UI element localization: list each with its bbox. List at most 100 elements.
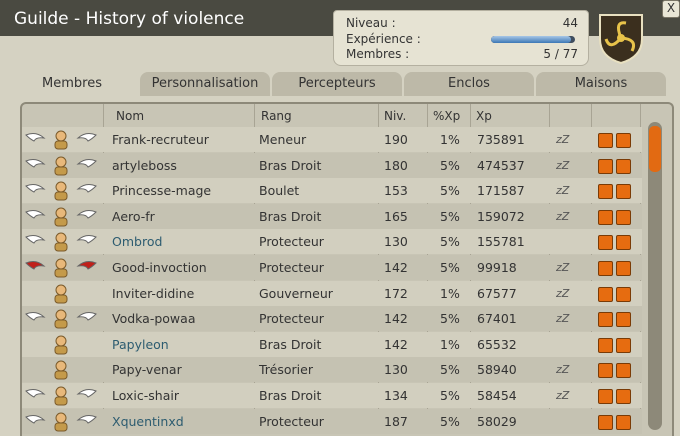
kick-button[interactable] [616, 158, 631, 174]
table-row[interactable]: Papyleon Bras Droit 142 1% 65532 [22, 331, 642, 357]
member-xp: 735891 [477, 132, 525, 147]
close-button[interactable]: X [662, 0, 680, 18]
tab-enclos[interactable]: Enclos [404, 72, 534, 96]
member-xp-percent: 5% [440, 208, 460, 224]
kick-button[interactable] [616, 312, 631, 328]
members-value: 5 / 77 [543, 47, 578, 61]
tab-maisons[interactable]: Maisons [536, 72, 666, 96]
member-name[interactable]: Papy-venar [112, 357, 182, 382]
table-row[interactable]: Frank-recruteur Meneur 190 1% 735891 zZ [22, 127, 642, 152]
member-xp-percent: 1% [440, 132, 460, 147]
kick-button[interactable] [616, 133, 631, 148]
member-name[interactable]: Good-invoction [112, 255, 207, 280]
options-button[interactable] [598, 389, 613, 404]
member-name[interactable]: Inviter-didine [112, 281, 194, 306]
member-xp-percent: 5% [440, 260, 460, 275]
table-row[interactable]: Aero-fr Bras Droit 165 5% 159072 zZ [22, 203, 642, 229]
kick-button[interactable] [616, 286, 631, 302]
table-row[interactable]: Vodka-powaa Protecteur 142 5% 67401 zZ [22, 306, 642, 332]
level-value: 44 [562, 16, 578, 30]
options-button[interactable] [598, 363, 613, 379]
options-button[interactable] [598, 158, 613, 174]
kick-button[interactable] [616, 389, 631, 404]
col-xp[interactable]: Xp [476, 106, 492, 126]
member-name[interactable]: Princesse-mage [112, 178, 211, 203]
options-button[interactable] [598, 337, 613, 353]
kick-button[interactable] [616, 414, 631, 430]
table-row[interactable]: Good-invoction Protecteur 142 5% 99918 zZ [22, 255, 642, 280]
avatar-icon [25, 181, 97, 201]
kick-button[interactable] [616, 363, 631, 379]
member-xp: 58454 [477, 388, 517, 403]
member-level: 165 [384, 208, 408, 224]
kick-button[interactable] [616, 209, 631, 225]
member-xp: 58029 [477, 413, 517, 429]
member-name[interactable]: artyleboss [112, 153, 177, 178]
member-xp: 155781 [477, 234, 525, 250]
options-button[interactable] [598, 414, 613, 430]
table-row[interactable]: Loxic-shair Bras Droit 134 5% 58454 zZ [22, 383, 642, 408]
sleep-icon: zZ [556, 133, 570, 146]
avatar-icon [25, 386, 97, 406]
avatar-icon [25, 258, 97, 278]
avatar-icon [25, 156, 97, 176]
options-button[interactable] [598, 261, 613, 276]
tab-membres[interactable]: Membres [6, 72, 138, 96]
kick-button[interactable] [616, 235, 631, 251]
col-rang[interactable]: Rang [261, 106, 292, 126]
member-rank: Bras Droit [259, 157, 322, 173]
member-name[interactable]: Loxic-shair [112, 383, 179, 408]
tab-bar: Membres Personnalisation Percepteurs Enc… [6, 72, 670, 96]
options-button[interactable] [598, 133, 613, 148]
kick-button[interactable] [616, 337, 631, 353]
kick-button[interactable] [616, 261, 631, 276]
tab-personnalisation[interactable]: Personnalisation [140, 72, 270, 96]
tab-percepteurs[interactable]: Percepteurs [272, 72, 402, 96]
options-button[interactable] [598, 312, 613, 328]
scrollbar-thumb[interactable] [649, 126, 661, 172]
scrollbar[interactable] [648, 122, 662, 430]
member-name[interactable]: Xquentinxd [112, 409, 184, 434]
sleep-icon: zZ [556, 261, 570, 274]
options-button[interactable] [598, 184, 613, 200]
member-name[interactable]: Papyleon [112, 332, 169, 357]
options-button[interactable] [598, 209, 613, 225]
col-nom[interactable]: Nom [116, 106, 144, 126]
options-button[interactable] [598, 286, 613, 302]
table-row[interactable]: Princesse-mage Boulet 153 5% 171587 zZ [22, 178, 642, 204]
avatar-icon [54, 335, 68, 355]
avatar-icon [25, 412, 97, 432]
member-xp-percent: 5% [440, 234, 460, 250]
sleep-icon: zZ [556, 286, 570, 300]
member-name[interactable]: Frank-recruteur [112, 127, 209, 152]
sleep-icon: zZ [556, 389, 570, 402]
options-button[interactable] [598, 235, 613, 251]
table-row[interactable]: Ombrod Protecteur 130 5% 155781 [22, 229, 642, 255]
table-row[interactable]: Xquentinxd Protecteur 187 5% 58029 [22, 408, 642, 434]
table-row[interactable]: Inviter-didine Gouverneur 172 1% 67577 zZ [22, 280, 642, 306]
table-row[interactable]: artyleboss Bras Droit 180 5% 474537 zZ [22, 152, 642, 178]
col-niv[interactable]: Niv. [384, 106, 406, 126]
member-level: 153 [384, 183, 408, 199]
col-pxp[interactable]: %Xp [433, 106, 460, 126]
member-name[interactable]: Aero-fr [112, 204, 155, 229]
kick-button[interactable] [616, 184, 631, 200]
xp-progress-bar [491, 36, 575, 43]
guild-emblem-icon [599, 14, 643, 65]
avatar-icon [25, 232, 97, 252]
avatar-icon [25, 130, 97, 150]
member-rank: Meneur [259, 132, 307, 147]
member-xp: 171587 [477, 183, 525, 199]
member-rank: Protecteur [259, 311, 324, 327]
avatar-icon [54, 360, 68, 380]
window-title: Guilde - History of violence [14, 9, 245, 29]
member-name[interactable]: Vodka-powaa [112, 306, 195, 331]
member-level: 142 [384, 311, 408, 327]
member-rank: Bras Droit [259, 208, 322, 224]
sleep-icon: zZ [556, 158, 570, 172]
table-row[interactable]: Papy-venar Trésorier 130 5% 58940 zZ [22, 357, 642, 383]
member-name[interactable]: Ombrod [112, 229, 162, 254]
member-xp-percent: 5% [440, 413, 460, 429]
avatar-icon [25, 207, 97, 227]
member-xp: 99918 [477, 260, 517, 275]
